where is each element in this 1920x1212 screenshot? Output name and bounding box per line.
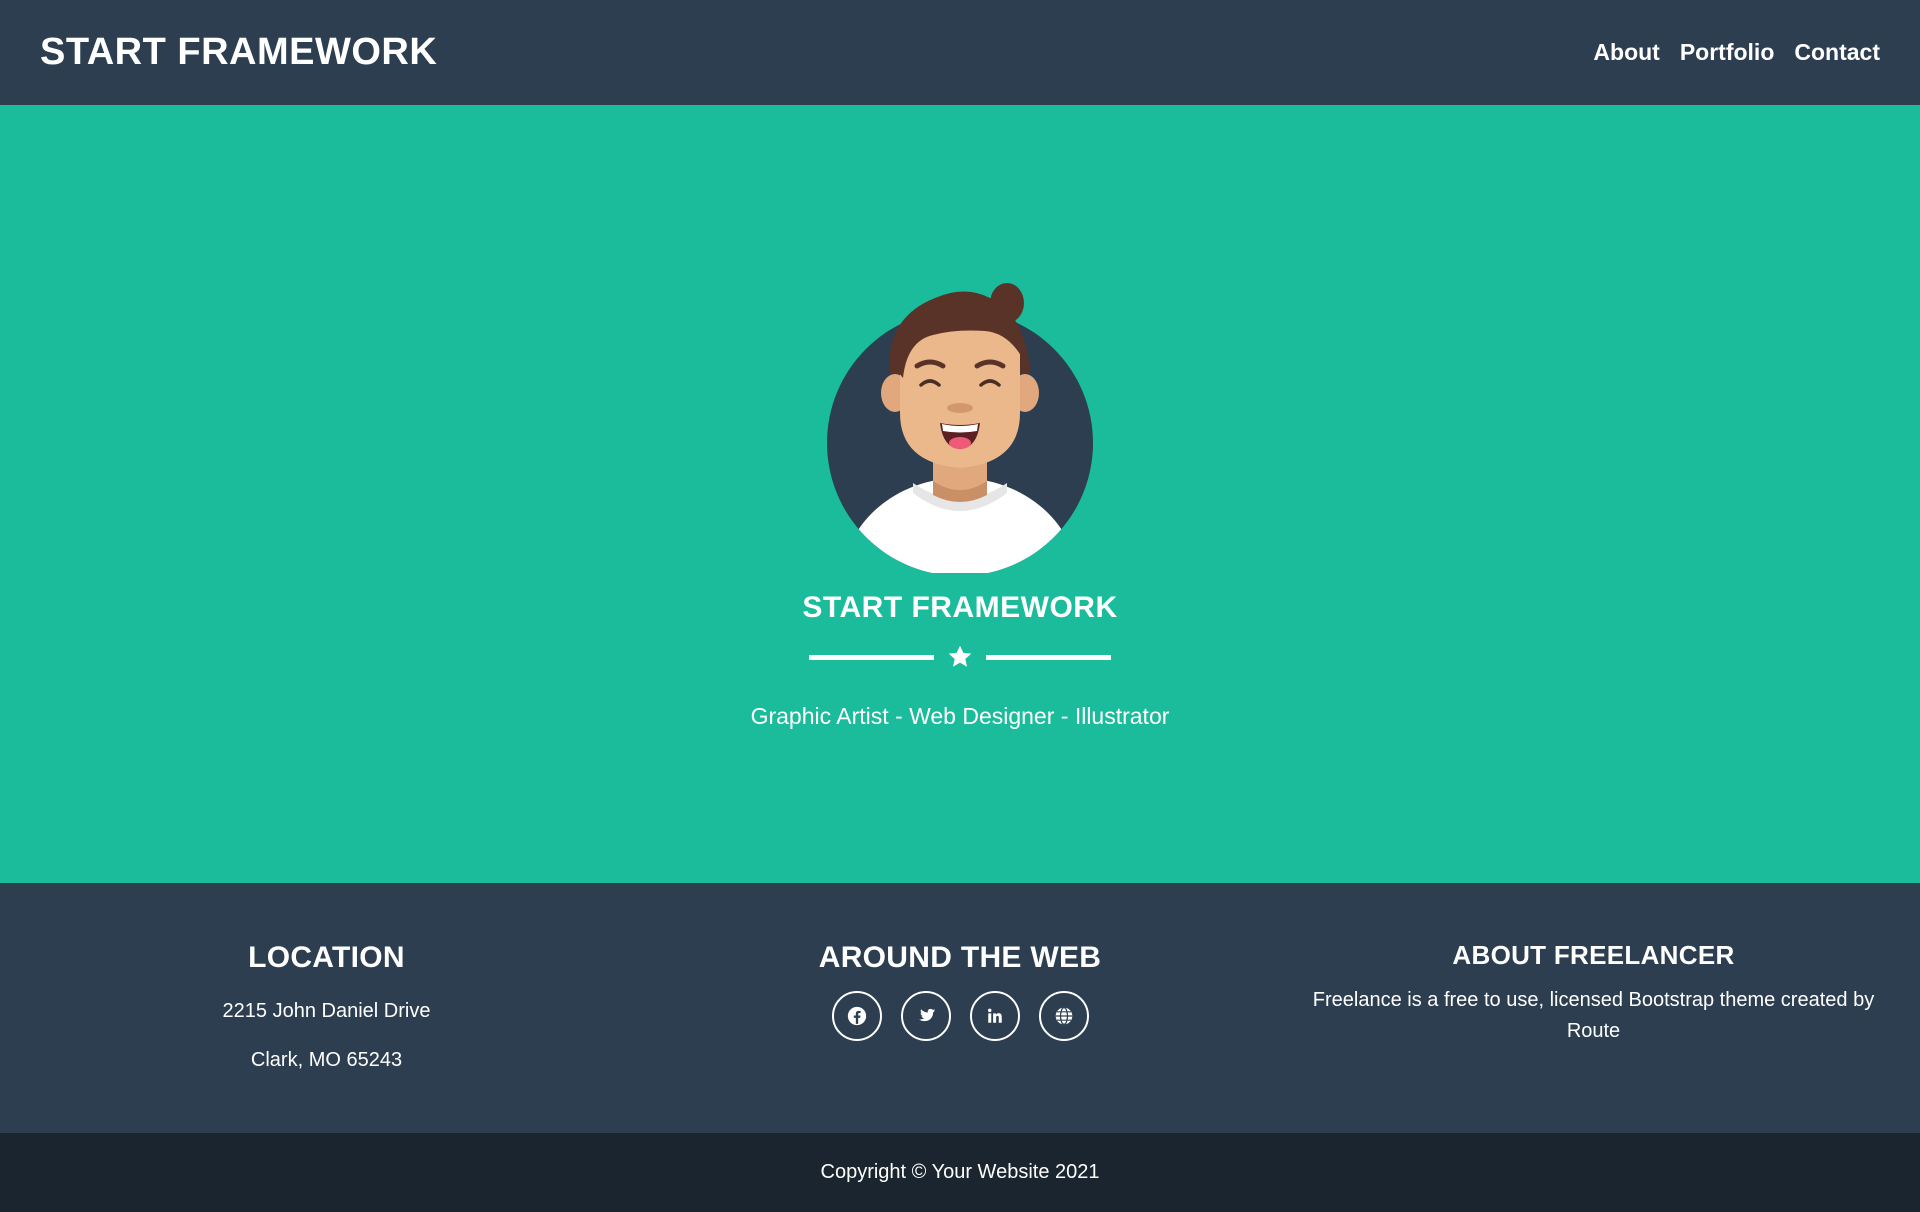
twitter-button[interactable] — [900, 991, 951, 1041]
brand-link[interactable]: START FRAMEWORK — [40, 31, 437, 74]
about-freelancer-heading: ABOUT FREELANCER — [1452, 940, 1735, 970]
navbar: START FRAMEWORK About Portfolio Contact — [0, 0, 1920, 105]
footer-about: ABOUT FREELANCER Freelance is a free to … — [1267, 883, 1920, 1047]
around-the-web-heading: AROUND THE WEB — [818, 941, 1102, 974]
hero-subtitle: Graphic Artist - Web Designer - Illustra… — [750, 703, 1170, 729]
footer-around-the-web: AROUND THE WEB — [653, 883, 1267, 1041]
avatar — [827, 283, 1093, 573]
divider-line-right — [986, 655, 1111, 660]
nav-link-about[interactable]: About — [1593, 39, 1659, 66]
footer-location: LOCATION 2215 John Daniel Drive Clark, M… — [0, 883, 653, 1072]
twitter-icon — [918, 1008, 935, 1022]
hero-section: START FRAMEWORK Graphic Artist - Web Des… — [0, 105, 1920, 883]
footer: LOCATION 2215 John Daniel Drive Clark, M… — [0, 883, 1920, 1133]
globe-icon — [1055, 1007, 1072, 1025]
social-links — [653, 991, 1267, 1041]
nav-link-portfolio[interactable]: Portfolio — [1680, 39, 1775, 66]
divider-line-left — [809, 655, 934, 660]
location-address-line2: Clark, MO 65243 — [250, 1049, 403, 1071]
location-address-line1: 2215 John Daniel Drive — [222, 1000, 431, 1022]
about-freelancer-text: Freelance is a free to use, licensed Boo… — [1312, 989, 1875, 1042]
facebook-button[interactable] — [831, 991, 882, 1041]
globe-button[interactable] — [1038, 991, 1089, 1041]
copyright-bar: Copyright © Your Website 2021 — [0, 1133, 1920, 1212]
star-divider — [809, 642, 1111, 672]
copyright-text: Copyright © Your Website 2021 — [820, 1161, 1100, 1183]
star-icon — [948, 645, 972, 667]
linkedin-icon — [987, 1008, 1002, 1023]
location-heading: LOCATION — [248, 941, 405, 974]
hero-title: START FRAMEWORK — [802, 591, 1118, 624]
linkedin-button[interactable] — [969, 991, 1020, 1041]
nav-links: About Portfolio Contact — [1593, 39, 1880, 66]
facebook-icon — [847, 1006, 866, 1026]
nav-link-contact[interactable]: Contact — [1794, 39, 1880, 66]
